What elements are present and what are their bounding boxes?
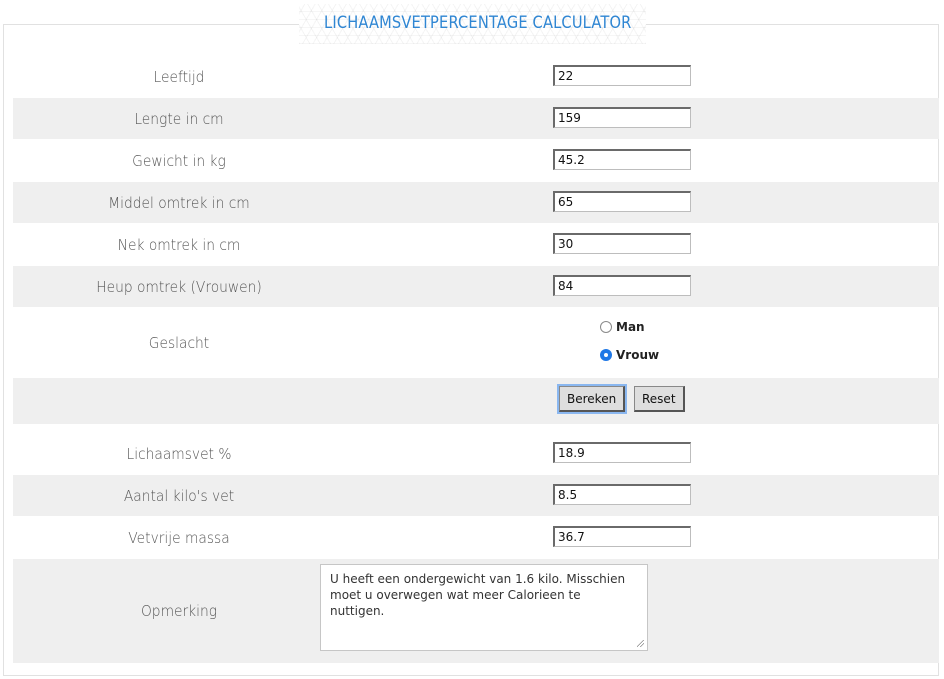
waist-label: Middel omtrek in cm bbox=[108, 193, 250, 212]
gender-radio-group: Man Vrouw bbox=[600, 317, 659, 373]
row-lean-mass: Vetvrije massa bbox=[13, 517, 939, 558]
remark-textarea[interactable]: U heeft een ondergewicht van 1.6 kilo. M… bbox=[320, 564, 648, 651]
waist-input[interactable] bbox=[553, 191, 691, 212]
row-gender: Geslacht Man Vrouw bbox=[13, 308, 939, 378]
fat-mass-output[interactable] bbox=[553, 484, 691, 505]
row-waist: Middel omtrek in cm bbox=[13, 182, 939, 223]
row-hip: Heup omtrek (Vrouwen) bbox=[13, 266, 939, 307]
weight-label: Gewicht in kg bbox=[132, 151, 226, 170]
hip-label: Heup omtrek (Vrouwen) bbox=[96, 277, 262, 296]
row-weight: Gewicht in kg bbox=[13, 140, 939, 181]
bodyfat-label: Lichaamsvet % bbox=[126, 444, 232, 463]
row-remark: Opmerking U heeft een ondergewicht van 1… bbox=[13, 559, 939, 663]
row-actions: Bereken Reset bbox=[13, 378, 939, 424]
bodyfat-output[interactable] bbox=[553, 442, 691, 463]
gender-option-vrouw[interactable]: Vrouw bbox=[600, 345, 659, 365]
radio-man-label[interactable]: Man bbox=[616, 320, 645, 334]
gender-label: Geslacht bbox=[148, 334, 210, 352]
radio-vrouw[interactable] bbox=[600, 349, 612, 361]
weight-input[interactable] bbox=[553, 149, 691, 170]
hip-input[interactable] bbox=[553, 275, 691, 296]
radio-man[interactable] bbox=[600, 321, 612, 333]
remark-text: U heeft een ondergewicht van 1.6 kilo. M… bbox=[330, 572, 626, 618]
remark-label: Opmerking bbox=[140, 602, 218, 620]
fat-mass-label: Aantal kilo's vet bbox=[123, 486, 235, 505]
title-banner: LICHAAMSVETPERCENTAGE CALCULATOR bbox=[299, 4, 646, 44]
calculate-button[interactable]: Bereken bbox=[559, 386, 626, 412]
resize-handle-icon[interactable] bbox=[637, 640, 644, 647]
reset-button[interactable]: Reset bbox=[634, 386, 685, 412]
neck-input[interactable] bbox=[553, 233, 691, 254]
age-input[interactable] bbox=[553, 65, 691, 86]
row-height: Lengte in cm bbox=[13, 98, 939, 139]
height-input[interactable] bbox=[553, 107, 691, 128]
row-bodyfat: Lichaamsvet % bbox=[13, 433, 939, 474]
radio-vrouw-label[interactable]: Vrouw bbox=[616, 348, 659, 362]
lean-mass-output[interactable] bbox=[553, 526, 691, 547]
gender-option-man[interactable]: Man bbox=[600, 317, 659, 337]
lean-mass-label: Vetvrije massa bbox=[128, 528, 230, 547]
page-title: LICHAAMSVETPERCENTAGE CALCULATOR bbox=[324, 13, 632, 33]
age-label: Leeftijd bbox=[153, 67, 205, 86]
height-label: Lengte in cm bbox=[134, 109, 224, 128]
row-age: Leeftijd bbox=[13, 56, 939, 97]
neck-label: Nek omtrek in cm bbox=[117, 235, 241, 254]
row-neck: Nek omtrek in cm bbox=[13, 224, 939, 265]
row-fat-mass: Aantal kilo's vet bbox=[13, 475, 939, 516]
